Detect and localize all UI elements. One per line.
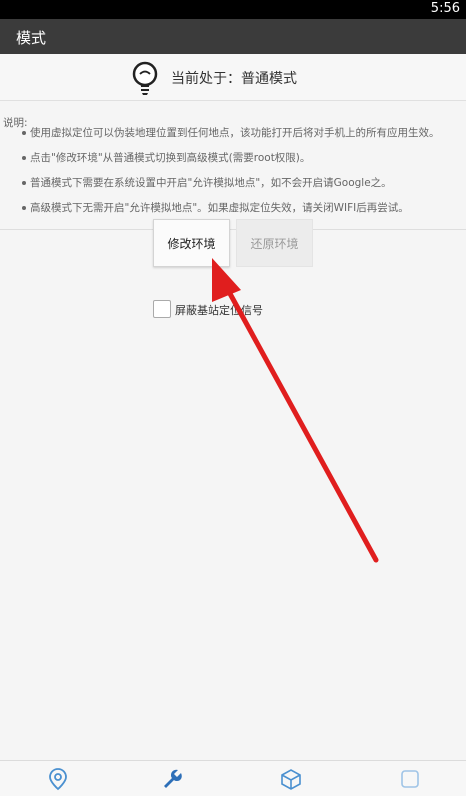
restore-environment-button[interactable]: 还原环境 bbox=[236, 219, 313, 267]
list-item: 点击"修改环境"从普通模式切换到高级模式(需要root权限)。 bbox=[0, 150, 440, 175]
app-icon[interactable] bbox=[398, 767, 422, 791]
bullet-icon bbox=[22, 156, 26, 160]
location-pin-icon[interactable] bbox=[46, 767, 70, 791]
block-cell-location-label: 屏蔽基站定位信号 bbox=[175, 304, 263, 317]
bullet-icon bbox=[22, 181, 26, 185]
page-title: 模式 bbox=[16, 29, 47, 47]
description-list: 使用虚拟定位可以伪装地理位置到任何地点，该功能打开后将对手机上的所有应用生效。 … bbox=[0, 125, 440, 225]
modify-environment-button[interactable]: 修改环境 bbox=[153, 219, 230, 267]
wrench-icon[interactable] bbox=[161, 767, 185, 791]
mode-header: 当前处于：普通模式 bbox=[0, 54, 466, 101]
lightbulb-icon bbox=[132, 61, 158, 95]
list-item: 使用虚拟定位可以伪装地理位置到任何地点，该功能打开后将对手机上的所有应用生效。 bbox=[0, 125, 440, 150]
bullet-icon bbox=[22, 206, 26, 210]
current-mode-text: 当前处于：普通模式 bbox=[171, 71, 297, 87]
bullet-icon bbox=[22, 131, 26, 135]
status-bar: 5:56 bbox=[0, 0, 466, 19]
app-bar: 模式 bbox=[0, 19, 466, 54]
status-time: 5:56 bbox=[430, 1, 460, 16]
description-panel: 说明: 使用虚拟定位可以伪装地理位置到任何地点，该功能打开后将对手机上的所有应用… bbox=[0, 101, 466, 230]
box-icon[interactable] bbox=[279, 767, 303, 791]
list-item: 普通模式下需要在系统设置中开启"允许模拟地点"，如不会开启请Google之。 bbox=[0, 175, 440, 200]
block-cell-location-checkbox[interactable] bbox=[153, 300, 171, 318]
bottom-navigation bbox=[0, 760, 466, 796]
